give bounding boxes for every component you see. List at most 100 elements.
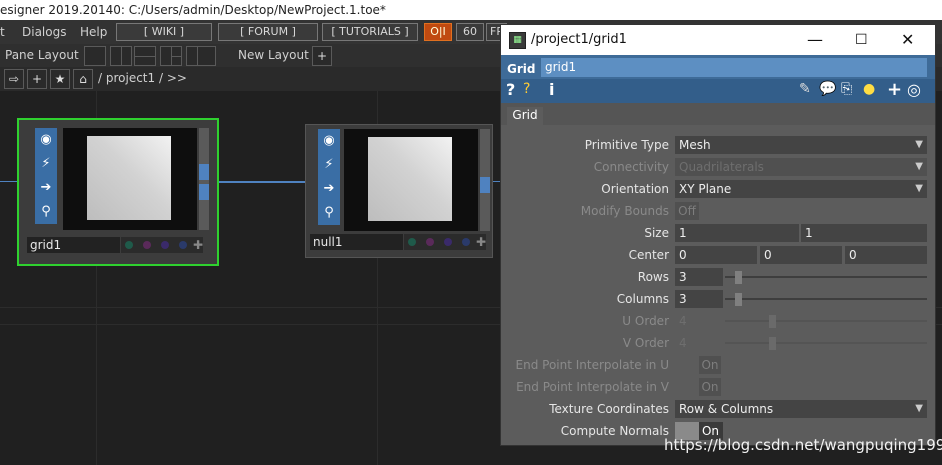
menu-item-tools[interactable]: t xyxy=(0,20,5,44)
node-viewer xyxy=(344,129,478,231)
wiki-button[interactable]: [ WIKI ] xyxy=(116,23,212,41)
param-label: End Point Interpolate in U xyxy=(515,358,669,372)
param-u-order: U Order 4 xyxy=(501,311,935,331)
flag-green-dot[interactable] xyxy=(125,241,133,249)
output-connector[interactable] xyxy=(199,164,209,180)
param-rows: Rows 3 xyxy=(501,267,935,287)
star-icon[interactable]: ★ xyxy=(50,69,70,89)
output-connector-2[interactable] xyxy=(199,184,209,200)
flag-violet-dot[interactable] xyxy=(161,241,169,249)
node-flags: ✚ xyxy=(121,237,203,253)
v-order-field[interactable]: 4 xyxy=(675,334,723,352)
param-modify-bounds: Modify Bounds Off xyxy=(501,201,935,221)
add-parameter-icon[interactable]: + xyxy=(887,79,902,100)
bypass-icon[interactable]: ⚲ xyxy=(318,201,340,225)
maximize-button[interactable]: ☐ xyxy=(855,25,868,55)
columns-slider-track[interactable] xyxy=(725,298,927,300)
columns-field[interactable]: 3 xyxy=(675,290,723,308)
connectivity-menu[interactable]: Quadrilaterals xyxy=(675,158,927,176)
cook-icon[interactable]: ⚡ xyxy=(318,153,340,177)
add-icon[interactable]: + xyxy=(27,69,47,89)
breadcrumb[interactable]: / project1 / >> xyxy=(98,71,187,85)
flag-blue-dot[interactable] xyxy=(462,238,470,246)
size-x-field[interactable]: 1 xyxy=(675,224,799,242)
layout-split-vertical-button[interactable] xyxy=(110,46,132,66)
u-order-slider-track[interactable] xyxy=(725,320,927,322)
close-button[interactable]: ✕ xyxy=(901,25,914,55)
fps-display: 60 xyxy=(456,23,484,41)
dialog-title-bar[interactable]: ▦ /project1/grid1 — ☐ ✕ xyxy=(501,25,935,55)
rows-slider-track[interactable] xyxy=(725,276,927,278)
arrow-right-icon[interactable]: ➔ xyxy=(318,177,340,201)
minimize-button[interactable]: — xyxy=(807,25,823,55)
layout-four-pane-button[interactable] xyxy=(186,46,216,66)
node-name-label[interactable]: null1 xyxy=(310,234,403,250)
target-icon[interactable]: ◎ xyxy=(907,80,921,99)
flag-green-dot[interactable] xyxy=(408,238,416,246)
layout-single-button[interactable] xyxy=(84,46,106,66)
flag-plus-icon[interactable]: ✚ xyxy=(476,234,486,250)
center-y-field[interactable]: 0 xyxy=(760,246,842,264)
home-icon[interactable]: ⌂ xyxy=(73,69,93,89)
u-order-slider-handle[interactable] xyxy=(769,315,776,328)
info-icon[interactable]: i xyxy=(549,80,554,99)
param-size: Size 1 1 xyxy=(501,223,935,243)
end-point-v-toggle[interactable]: On xyxy=(699,378,721,396)
layout-split-horizontal-button[interactable] xyxy=(134,46,156,66)
menu-item-help[interactable]: Help xyxy=(80,20,107,44)
comment-icon[interactable]: 💬 xyxy=(819,81,836,97)
columns-slider-handle[interactable] xyxy=(735,293,742,306)
output-connector[interactable] xyxy=(480,177,490,193)
v-order-slider-handle[interactable] xyxy=(769,337,776,350)
help-icon[interactable]: ? xyxy=(506,80,515,99)
rows-slider-handle[interactable] xyxy=(735,271,742,284)
param-center: Center 0 0 0 xyxy=(501,245,935,265)
node-side-toolbar: ◉ ⚡ ➔ ⚲ xyxy=(35,128,57,224)
edit-pencil-icon[interactable]: ✎ xyxy=(799,81,811,97)
orientation-menu[interactable]: XY Plane xyxy=(675,180,927,198)
param-label: Rows xyxy=(637,270,669,284)
bypass-icon[interactable]: ⚲ xyxy=(35,200,57,224)
node-output-bar xyxy=(199,128,209,230)
arrow-right-icon[interactable]: ➔ xyxy=(35,176,57,200)
viewer-icon[interactable]: ◉ xyxy=(35,128,57,152)
param-label: Primitive Type xyxy=(584,138,669,152)
flag-purple-dot[interactable] xyxy=(426,238,434,246)
texture-coordinates-menu[interactable]: Row & Columns xyxy=(675,400,927,418)
flag-plus-icon[interactable]: ✚ xyxy=(193,237,203,253)
python-help-icon[interactable]: ? xyxy=(523,81,530,97)
flag-purple-dot[interactable] xyxy=(143,241,151,249)
node-name-label[interactable]: grid1 xyxy=(27,237,120,253)
add-layout-button[interactable]: + xyxy=(312,46,332,66)
flag-violet-dot[interactable] xyxy=(444,238,452,246)
size-y-field[interactable]: 1 xyxy=(801,224,927,242)
tab-grid[interactable]: Grid xyxy=(507,107,543,127)
param-label: Modify Bounds xyxy=(580,204,669,218)
cook-icon[interactable]: ⚡ xyxy=(35,152,57,176)
grid1-node[interactable]: ◉ ⚡ ➔ ⚲ grid1 ✚ xyxy=(17,118,219,266)
rows-field[interactable]: 3 xyxy=(675,268,723,286)
node-side-toolbar: ◉ ⚡ ➔ ⚲ xyxy=(318,129,340,225)
menu-item-dialogs[interactable]: Dialogs xyxy=(22,20,66,44)
modify-bounds-toggle[interactable]: Off xyxy=(675,202,699,220)
u-order-field[interactable]: 4 xyxy=(675,312,723,330)
layout-three-pane-button[interactable] xyxy=(160,46,182,66)
center-z-field[interactable]: 0 xyxy=(845,246,927,264)
operator-name-field[interactable]: grid1 xyxy=(541,58,927,77)
center-x-field[interactable]: 0 xyxy=(675,246,757,264)
clipboard-icon[interactable]: ⎘ xyxy=(841,81,852,97)
param-label: Texture Coordinates xyxy=(549,402,669,416)
end-point-u-toggle[interactable]: On xyxy=(699,356,721,374)
null1-node[interactable]: ◉ ⚡ ➔ ⚲ null1 ✚ xyxy=(305,124,493,258)
realtime-toggle-button[interactable]: O|I xyxy=(424,23,452,41)
primitive-type-menu[interactable]: Mesh xyxy=(675,136,927,154)
v-order-slider-track[interactable] xyxy=(725,342,927,344)
watermark-url: https://blog.csdn.net/wangpuqing1997 xyxy=(664,436,942,454)
viewer-icon[interactable]: ◉ xyxy=(318,129,340,153)
forum-button[interactable]: [ FORUM ] xyxy=(218,23,318,41)
forward-arrow-icon[interactable]: ⇨ xyxy=(4,69,24,89)
tutorials-button[interactable]: [ TUTORIALS ] xyxy=(322,23,418,41)
flag-blue-dot[interactable] xyxy=(179,241,187,249)
python-icon[interactable]: ● xyxy=(863,81,875,97)
param-label: U Order xyxy=(622,314,669,328)
